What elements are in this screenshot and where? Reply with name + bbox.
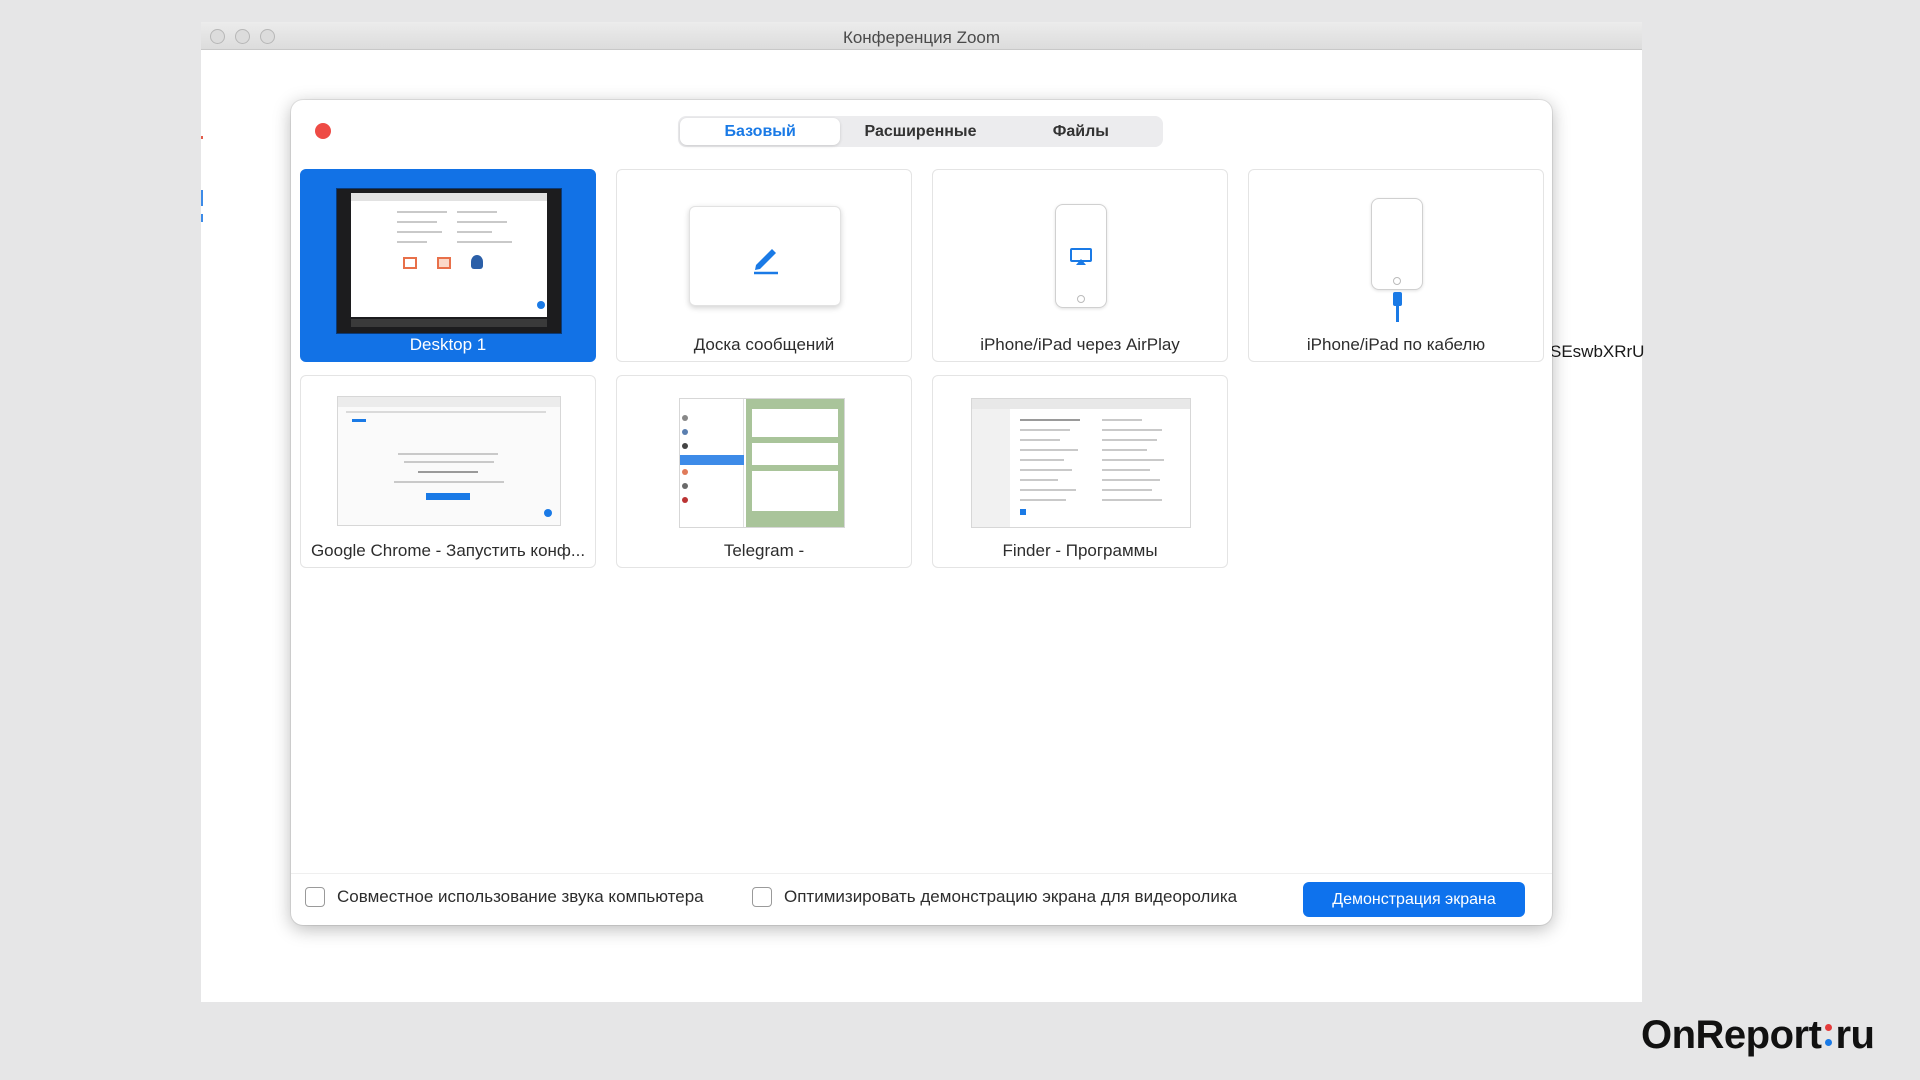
source-label: Finder - Программы <box>1002 541 1158 560</box>
whiteboard-preview <box>689 206 841 306</box>
onreport-logo: OnReport ru <box>1641 1013 1875 1058</box>
cable-icon <box>1396 306 1399 322</box>
source-label: Доска сообщений <box>693 335 835 354</box>
edge-marker-red <box>201 136 203 139</box>
telegram-thumbnail <box>679 398 845 528</box>
airplay-icon <box>1070 248 1092 265</box>
finder-thumbnail <box>971 398 1191 528</box>
desktop-thumbnail <box>336 188 562 334</box>
tab-advanced[interactable]: Расширенные <box>840 118 1000 145</box>
window-titlebar: Конференция Zoom <box>201 22 1642 50</box>
logo-text-right: ru <box>1835 1013 1875 1057</box>
dialog-close-button[interactable] <box>315 123 331 139</box>
background-text: SEswbXRrU <box>1550 342 1645 361</box>
source-label: iPhone/iPad через AirPlay <box>980 335 1180 354</box>
share-sound-option[interactable]: Совместное использование звука компьютер… <box>305 887 704 907</box>
source-tile-airplay[interactable]: iPhone/iPad через AirPlay <box>932 169 1228 362</box>
source-label: Google Chrome - Запустить конф... <box>310 541 586 560</box>
source-tile-whiteboard[interactable]: Доска сообщений <box>616 169 912 362</box>
pencil-icon <box>754 249 778 275</box>
optimize-video-label: Оптимизировать демонстрацию экрана для в… <box>784 887 1238 906</box>
iphone-device-icon <box>1055 204 1107 308</box>
share-tabs: Базовый Расширенные Файлы <box>678 116 1163 147</box>
source-tile-finder[interactable]: Finder - Программы <box>932 375 1228 568</box>
share-sound-checkbox[interactable] <box>305 887 325 907</box>
source-tile-chrome[interactable]: Google Chrome - Запустить конф... <box>300 375 596 568</box>
optimize-video-checkbox[interactable] <box>752 887 772 907</box>
optimize-video-option[interactable]: Оптимизировать демонстрацию экрана для в… <box>752 887 1237 907</box>
source-tile-cable[interactable]: iPhone/iPad по кабелю <box>1248 169 1544 362</box>
source-label: iPhone/iPad по кабелю <box>1306 335 1486 354</box>
iphone-device-icon <box>1371 198 1423 290</box>
chrome-thumbnail <box>337 396 561 526</box>
source-label: Desktop 1 <box>409 335 487 354</box>
share-screen-button[interactable]: Демонстрация экрана <box>1303 882 1525 917</box>
tab-files[interactable]: Файлы <box>1001 118 1161 145</box>
source-tile-desktop[interactable]: Desktop 1 <box>300 169 596 362</box>
share-screen-dialog: Базовый Расширенные Файлы Desktop 1 Доск… <box>291 100 1552 925</box>
share-sound-label: Совместное использование звука компьютер… <box>337 887 704 906</box>
edge-marker-blue <box>201 190 203 206</box>
logo-colon-icon <box>1823 1020 1833 1050</box>
logo-text-left: OnReport <box>1641 1013 1822 1057</box>
window-title: Конференция Zoom <box>842 28 1001 47</box>
edge-marker-blue-2 <box>201 214 203 222</box>
footer-divider <box>291 873 1552 874</box>
cable-connector-icon <box>1393 292 1402 306</box>
tab-basic[interactable]: Базовый <box>680 118 841 145</box>
source-label: Telegram - <box>723 541 805 560</box>
source-tile-telegram[interactable]: Telegram - <box>616 375 912 568</box>
